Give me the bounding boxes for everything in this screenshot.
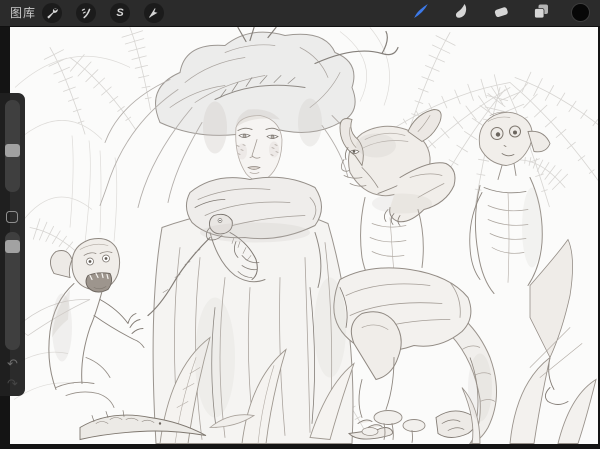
erase-button[interactable] [491,3,511,23]
redo-icon: ↷ [7,376,18,391]
opacity-handle[interactable] [5,240,20,253]
drawing-canvas[interactable] [10,27,598,444]
canvas-artwork [10,27,598,444]
magic-wand-icon [80,7,92,19]
transform-button[interactable] [144,3,164,23]
gallery-button[interactable]: 图库 [10,0,36,26]
brush-size-handle[interactable] [5,144,20,157]
finger-icon [452,2,470,25]
undo-icon: ↶ [7,356,18,371]
actions-button[interactable] [42,3,62,23]
brush-sidebar: ↶ ↷ [0,93,25,396]
layers-button[interactable] [531,3,551,23]
brush-stroke-icon [411,1,431,26]
s-glyph-icon: S [116,8,123,19]
top-toolbar: 图库 S [0,0,600,27]
selection-button[interactable]: S [110,3,130,23]
undo-button[interactable]: ↶ [0,357,25,371]
goblin-right [334,110,475,440]
eraser-icon [492,2,510,25]
modify-button[interactable] [6,211,18,223]
smudge-button[interactable] [451,3,471,23]
layers-icon [532,2,550,25]
wrench-icon [46,7,58,19]
brush-size-slider[interactable] [5,100,20,192]
cursor-arrow-icon [148,7,160,19]
paint-button[interactable] [411,3,431,23]
opacity-slider[interactable] [5,232,20,350]
adjustments-button[interactable] [76,3,96,23]
redo-button[interactable]: ↷ [0,377,25,391]
color-button[interactable] [571,3,590,22]
